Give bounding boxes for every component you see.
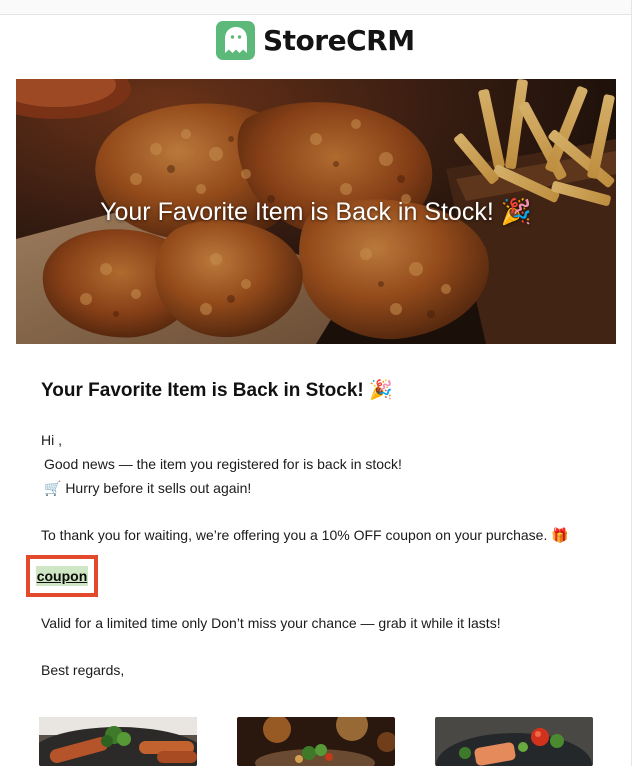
email-heading: Your Favorite Item is Back in Stock! 🎉 xyxy=(41,380,393,401)
coupon-highlight-box: coupon xyxy=(26,555,98,597)
thanks-text: To thank you for waiting, we’re offering… xyxy=(41,527,569,543)
brand-name: StoreCRM xyxy=(263,23,415,57)
salmon-bowl-photo[interactable] xyxy=(435,717,593,766)
email-page: StoreCRM Your Favorite Item is Back in S… xyxy=(0,0,632,766)
ghost-icon xyxy=(216,20,255,60)
coupon-link[interactable]: coupon xyxy=(35,566,89,586)
sausage-salad-photo[interactable] xyxy=(39,717,197,766)
brand-header: StoreCRM xyxy=(216,20,415,60)
hero-title: Your Favorite Item is Back in Stock! 🎉 xyxy=(100,197,532,226)
regards-text: Best regards, xyxy=(41,662,125,678)
validity-text: Valid for a limited time only Don’t miss… xyxy=(41,615,501,631)
news-text: Good news — the item you registered for … xyxy=(44,456,402,472)
restaurant-dish-photo[interactable] xyxy=(237,717,395,766)
email-body: Your Favorite Item is Back in Stock! 🎉 H… xyxy=(26,378,601,678)
top-bar xyxy=(0,0,632,15)
hero-banner: Your Favorite Item is Back in Stock! 🎉 xyxy=(16,79,616,344)
hurry-text: 🛒 Hurry before it sells out again! xyxy=(44,480,252,496)
greeting-text: Hi , xyxy=(41,432,62,448)
